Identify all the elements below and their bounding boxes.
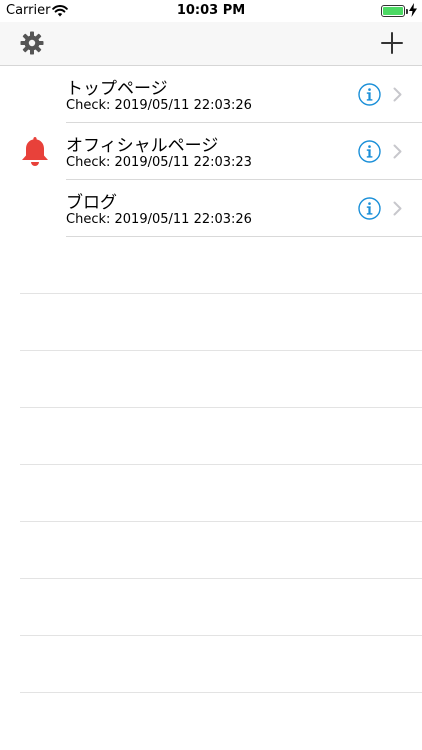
battery-icon bbox=[381, 5, 408, 17]
list-item[interactable]: トップページ Check: 2019/05/11 22:03:26 bbox=[0, 66, 422, 123]
list-item[interactable]: ブログ Check: 2019/05/11 22:03:26 bbox=[0, 180, 422, 237]
nav-bar bbox=[0, 22, 422, 66]
gear-icon[interactable] bbox=[20, 31, 44, 55]
bell-icon bbox=[22, 137, 48, 166]
empty-row-separator bbox=[20, 350, 422, 351]
empty-row-separator bbox=[20, 293, 422, 294]
list-item-title: トップページ bbox=[66, 79, 168, 99]
plus-icon[interactable] bbox=[381, 32, 403, 54]
chevron-right-icon bbox=[393, 87, 402, 102]
info-icon[interactable] bbox=[358, 140, 381, 163]
chevron-right-icon bbox=[393, 144, 402, 159]
chevron-right-icon bbox=[393, 201, 402, 216]
info-icon[interactable] bbox=[358, 83, 381, 106]
site-list: トップページ Check: 2019/05/11 22:03:26 オフィシャルペー… bbox=[0, 66, 422, 237]
list-item-title: オフィシャルページ bbox=[66, 136, 219, 156]
empty-row-separator bbox=[20, 521, 422, 522]
battery-fill bbox=[383, 7, 403, 15]
empty-row-separator bbox=[20, 635, 422, 636]
charging-bolt-icon bbox=[409, 3, 417, 17]
list-item-check-time: Check: 2019/05/11 22:03:23 bbox=[66, 155, 252, 170]
empty-row-separator bbox=[20, 578, 422, 579]
empty-row-separator bbox=[20, 464, 422, 465]
empty-row-separator bbox=[20, 407, 422, 408]
row-separator bbox=[66, 236, 422, 237]
empty-row-separator bbox=[20, 692, 422, 693]
status-bar: Carrier 10:03 PM bbox=[0, 0, 422, 22]
info-icon[interactable] bbox=[358, 197, 381, 220]
list-item-check-time: Check: 2019/05/11 22:03:26 bbox=[66, 98, 252, 113]
status-time: 10:03 PM bbox=[176, 3, 246, 18]
list-item[interactable]: オフィシャルページ Check: 2019/05/11 22:03:23 bbox=[0, 123, 422, 180]
list-item-check-time: Check: 2019/05/11 22:03:26 bbox=[66, 212, 252, 227]
list-item-title: ブログ bbox=[66, 193, 117, 213]
